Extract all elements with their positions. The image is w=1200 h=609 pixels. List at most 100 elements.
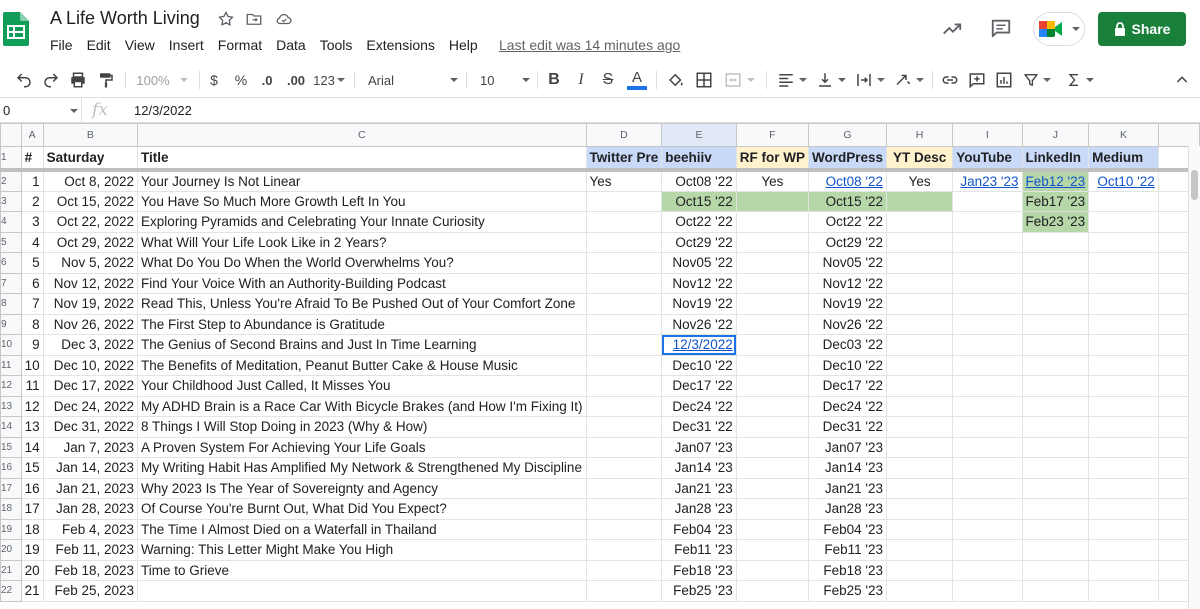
- cell-twitter-pre[interactable]: [585, 539, 663, 561]
- cell-num[interactable]: 13: [20, 416, 44, 438]
- insert-comment-button[interactable]: [967, 70, 987, 90]
- merge-cells-button[interactable]: [722, 70, 756, 90]
- cell-beehiiv[interactable]: 12/3/2022: [661, 334, 737, 356]
- cell-medium[interactable]: [1088, 375, 1159, 397]
- cell-medium[interactable]: Oct10 '22: [1088, 169, 1159, 192]
- cell-wordpress[interactable]: Dec31 '22: [807, 416, 888, 438]
- cell-saturday[interactable]: Nov 19, 2022: [42, 293, 139, 315]
- cell-youtube[interactable]: [952, 416, 1023, 438]
- cell-youtube[interactable]: [952, 436, 1023, 458]
- cell-yt-desc[interactable]: [885, 231, 954, 253]
- name-box[interactable]: 0: [0, 98, 82, 123]
- menu-help[interactable]: Help: [449, 37, 478, 55]
- cell-youtube[interactable]: [952, 580, 1023, 602]
- row-number[interactable]: 11: [0, 354, 22, 376]
- cell-wordpress[interactable]: Jan07 '23: [807, 436, 888, 458]
- cell-rf-for-wp[interactable]: [735, 518, 809, 540]
- trending-up-icon[interactable]: [941, 18, 963, 40]
- cell-youtube[interactable]: [952, 354, 1023, 376]
- cell-wordpress[interactable]: Dec03 '22: [807, 334, 888, 356]
- cell-youtube[interactable]: [952, 395, 1023, 417]
- row-number[interactable]: 21: [0, 559, 22, 581]
- cell-youtube[interactable]: [952, 375, 1023, 397]
- cell-beehiiv[interactable]: Dec24 '22: [661, 395, 737, 417]
- cell-title[interactable]: Of Course You're Burnt Out, What Did You…: [137, 498, 587, 520]
- cell-title[interactable]: Find Your Voice With an Authority-Buildi…: [137, 272, 587, 294]
- cell-linkedin[interactable]: [1021, 477, 1090, 499]
- cell-beehiiv[interactable]: Feb25 '23: [661, 580, 737, 602]
- cell-linkedin[interactable]: [1021, 518, 1090, 540]
- last-edit-link[interactable]: Last edit was 14 minutes ago: [499, 37, 680, 54]
- row-number[interactable]: 6: [0, 252, 22, 274]
- cell-twitter-pre[interactable]: [585, 375, 663, 397]
- cell-medium[interactable]: [1088, 498, 1159, 520]
- cell-wordpress[interactable]: Feb11 '23: [807, 539, 888, 561]
- star-icon[interactable]: [217, 10, 235, 28]
- column-header[interactable]: [1157, 123, 1200, 147]
- cell-twitter-pre[interactable]: [585, 395, 663, 417]
- row-number[interactable]: 1: [0, 146, 22, 172]
- column-header[interactable]: K: [1088, 123, 1159, 147]
- cell-saturday[interactable]: Jan 7, 2023: [42, 436, 139, 458]
- row-number[interactable]: 16: [0, 457, 22, 479]
- row-number[interactable]: 12: [0, 375, 22, 397]
- row-number[interactable]: 10: [0, 334, 22, 356]
- comment-icon[interactable]: [990, 17, 1012, 39]
- cell-title[interactable]: The Benefits of Meditation, Peanut Butte…: [137, 354, 587, 376]
- cell-linkedin[interactable]: [1021, 436, 1090, 458]
- cell-title[interactable]: Time to Grieve: [137, 559, 587, 581]
- horizontal-align-button[interactable]: [776, 70, 808, 90]
- cell-beehiiv[interactable]: Feb04 '23: [661, 518, 737, 540]
- cell-saturday[interactable]: Dec 3, 2022: [42, 334, 139, 356]
- undo-button[interactable]: [14, 70, 34, 90]
- cell-twitter-pre[interactable]: [585, 498, 663, 520]
- cell-twitter-pre[interactable]: [585, 231, 663, 253]
- cloud-status-icon[interactable]: [275, 10, 293, 28]
- cell-medium[interactable]: [1088, 313, 1159, 335]
- column-header[interactable]: F: [735, 123, 809, 147]
- row-number[interactable]: 8: [0, 293, 22, 315]
- cell-num[interactable]: 16: [20, 477, 44, 499]
- menu-insert[interactable]: Insert: [169, 37, 204, 55]
- vertical-align-button[interactable]: [815, 70, 847, 90]
- cell-beehiiv[interactable]: Jan21 '23: [661, 477, 737, 499]
- row-number[interactable]: 3: [0, 190, 22, 212]
- column-header[interactable]: H: [885, 123, 954, 147]
- cell-title[interactable]: A Proven System For Achieving Your Life …: [137, 436, 587, 458]
- cell-title[interactable]: Why 2023 Is The Year of Sovereignty and …: [137, 477, 587, 499]
- cell-title[interactable]: Your Journey Is Not Linear: [137, 169, 587, 192]
- cell-youtube[interactable]: [952, 190, 1023, 212]
- increase-decimal-button[interactable]: .00: [284, 70, 308, 90]
- cell-linkedin[interactable]: [1021, 313, 1090, 335]
- cell-medium[interactable]: [1088, 457, 1159, 479]
- cell-beehiiv[interactable]: Dec10 '22: [661, 354, 737, 376]
- cell-wordpress[interactable]: Oct29 '22: [807, 231, 888, 253]
- cell-num[interactable]: 4: [20, 231, 44, 253]
- vertical-scrollbar[interactable]: [1188, 146, 1200, 609]
- cell-beehiiv[interactable]: Nov12 '22: [661, 272, 737, 294]
- cell-num[interactable]: 14: [20, 436, 44, 458]
- insert-link-button[interactable]: [940, 70, 960, 90]
- cell-num[interactable]: 1: [20, 169, 44, 192]
- cell-yt-desc[interactable]: [885, 272, 954, 294]
- cell-num[interactable]: 15: [20, 457, 44, 479]
- cell-wordpress[interactable]: Nov12 '22: [807, 272, 888, 294]
- row-number[interactable]: 22: [0, 580, 22, 602]
- cell-youtube[interactable]: [952, 498, 1023, 520]
- cell-twitter-pre[interactable]: Yes: [585, 169, 663, 192]
- cell-title[interactable]: Exploring Pyramids and Celebrating Your …: [137, 211, 587, 233]
- row-number[interactable]: 2: [0, 169, 22, 192]
- cell-title[interactable]: 8 Things I Will Stop Doing in 2023 (Why …: [137, 416, 587, 438]
- header-cell-title[interactable]: Title: [137, 146, 587, 172]
- cell-beehiiv[interactable]: Jan14 '23: [661, 457, 737, 479]
- cell-linkedin[interactable]: Feb17 '23: [1021, 190, 1090, 212]
- cell-yt-desc[interactable]: [885, 518, 954, 540]
- cell-medium[interactable]: [1088, 477, 1159, 499]
- cell-medium[interactable]: [1088, 272, 1159, 294]
- cell-saturday[interactable]: Nov 12, 2022: [42, 272, 139, 294]
- header-cell-beehiiv[interactable]: beehiiv: [661, 146, 737, 172]
- cell-saturday[interactable]: Feb 25, 2023: [42, 580, 139, 602]
- cell-num[interactable]: 3: [20, 211, 44, 233]
- cell-wordpress[interactable]: Feb04 '23: [807, 518, 888, 540]
- cell-linkedin[interactable]: [1021, 416, 1090, 438]
